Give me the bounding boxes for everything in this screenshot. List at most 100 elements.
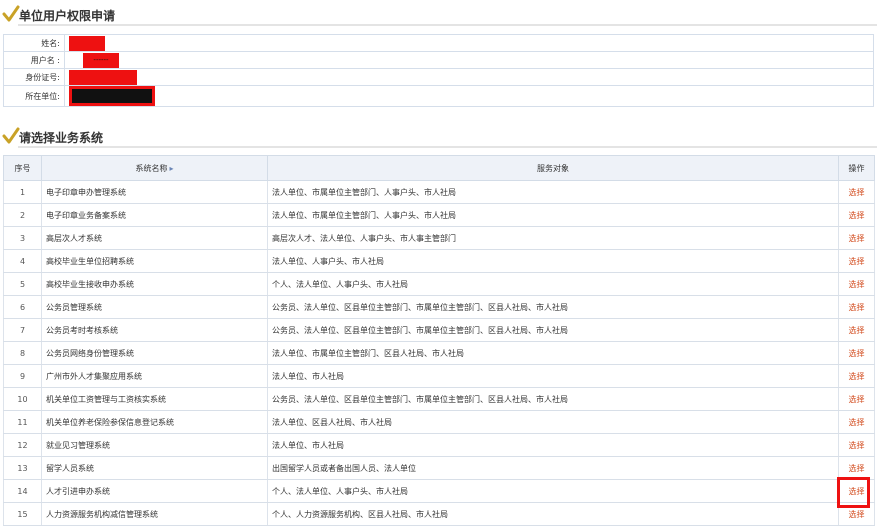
select-link[interactable]: 选择 [849, 188, 865, 197]
row-number: 14 [3, 479, 42, 503]
system-name: 就业见习管理系统 [41, 433, 268, 457]
select-link[interactable]: 选择 [849, 303, 865, 312]
table-row: 12 就业见习管理系统 法人单位、市人社局 选择 [3, 433, 875, 457]
select-link[interactable]: 选择 [849, 234, 865, 243]
info-row-username: 用户名 : ------ [3, 51, 874, 69]
select-link[interactable]: 选择 [849, 372, 865, 381]
name-value [64, 34, 874, 52]
service-target: 法人单位、市属单位主管部门、人事户头、市人社局 [267, 203, 839, 227]
section-title: 单位用户权限申请 [19, 9, 116, 23]
system-name: 高层次人才系统 [41, 226, 268, 250]
service-target: 高层次人才、法人单位、人事户头、市人事主管部门 [267, 226, 839, 250]
row-number: 5 [3, 272, 42, 296]
redacted-idcard [69, 69, 137, 85]
select-link[interactable]: 选择 [849, 418, 865, 427]
service-target: 公务员、法人单位、区县单位主管部门、市属单位主管部门、区县人社局、市人社局 [267, 295, 839, 319]
table-row: 13 留学人员系统 出国留学人员或者备出国人员、法人单位 选择 [3, 456, 875, 480]
select-link[interactable]: 选择 [849, 510, 865, 519]
select-cell: 选择 [838, 180, 875, 204]
highlight-box [837, 477, 870, 508]
table-row: 7 公务员考时考核系统 公务员、法人单位、区县单位主管部门、市属单位主管部门、区县人… [3, 318, 875, 342]
section-header-permission: 单位用户权限申请 [0, 2, 877, 26]
service-target: 公务员、法人单位、区县单位主管部门、市属单位主管部门、区县人社局、市人社局 [267, 387, 839, 411]
service-target: 法人单位、市属单位主管部门、区县人社局、市人社局 [267, 341, 839, 365]
col-header-op: 操作 [838, 155, 875, 181]
select-link[interactable]: 选择 [849, 211, 865, 220]
select-link[interactable]: 选择 [849, 349, 865, 358]
col-header-name[interactable]: 系统名称 ▸ [41, 155, 268, 181]
row-number: 13 [3, 456, 42, 480]
system-name: 高校毕业生接收申办系统 [41, 272, 268, 296]
redacted-unit [69, 86, 155, 106]
service-target: 个人、法人单位、人事户头、市人社局 [267, 479, 839, 503]
row-number: 4 [3, 249, 42, 273]
select-link[interactable]: 选择 [849, 326, 865, 335]
table-row: 2 电子印章业务备案系统 法人单位、市属单位主管部门、人事户头、市人社局 选择 [3, 203, 875, 227]
row-number: 10 [3, 387, 42, 411]
system-name: 机关单位工资管理与工资核实系统 [41, 387, 268, 411]
table-header-row: 序号 系统名称 ▸ 服务对象 操作 [3, 155, 875, 181]
row-number: 15 [3, 502, 42, 526]
select-link[interactable]: 选择 [849, 464, 865, 473]
user-info-table: 姓名: 用户名 : ------ 身份证号: 所在单位: [3, 34, 874, 107]
table-row: 10 机关单位工资管理与工资核实系统 公务员、法人单位、区县单位主管部门、市属单位主… [3, 387, 875, 411]
table-row: 4 高校毕业生单位招聘系统 法人单位、人事户头、市人社局 选择 [3, 249, 875, 273]
unit-value [64, 85, 874, 107]
system-name: 高校毕业生单位招聘系统 [41, 249, 268, 273]
select-link[interactable]: 选择 [849, 441, 865, 450]
system-name: 广州市外人才集聚应用系统 [41, 364, 268, 388]
service-target: 法人单位、区县人社局、市人社局 [267, 410, 839, 434]
system-table: 序号 系统名称 ▸ 服务对象 操作 1 电子印章申办管理系统 法人单位、市属单位主管部… [3, 155, 875, 526]
idcard-value [64, 68, 874, 86]
info-row-unit: 所在单位: [3, 85, 874, 107]
system-name: 人力资源服务机构减信管理系统 [41, 502, 268, 526]
unit-label: 所在单位: [3, 85, 65, 107]
idcard-label: 身份证号: [3, 68, 65, 86]
service-target: 法人单位、市人社局 [267, 364, 839, 388]
system-name: 公务员管理系统 [41, 295, 268, 319]
section-title: 请选择业务系统 [19, 131, 104, 145]
system-name: 机关单位养老保险参保信息登记系统 [41, 410, 268, 434]
row-number: 12 [3, 433, 42, 457]
select-cell: 选择 [838, 387, 875, 411]
select-cell: 选择 [838, 249, 875, 273]
checkmark-icon [2, 127, 20, 144]
select-link[interactable]: 选择 [849, 257, 865, 266]
name-label: 姓名: [3, 34, 65, 52]
sort-arrow-icon: ▸ [169, 163, 174, 173]
table-row: 14 人才引进申办系统 个人、法人单位、人事户头、市人社局 选择 [3, 479, 875, 503]
row-number: 7 [3, 318, 42, 342]
section-header-business-system: 请选择业务系统 [0, 124, 877, 148]
table-row: 15 人力资源服务机构减信管理系统 个人、人力资源服务机构、区县人社局、市人社局 选择 [3, 502, 875, 526]
service-target: 法人单位、市属单位主管部门、人事户头、市人社局 [267, 180, 839, 204]
system-name: 公务员考时考核系统 [41, 318, 268, 342]
table-row: 6 公务员管理系统 公务员、法人单位、区县单位主管部门、市属单位主管部门、区县人社局… [3, 295, 875, 319]
select-cell: 选择 [838, 226, 875, 250]
row-number: 11 [3, 410, 42, 434]
select-cell: 选择 [838, 410, 875, 434]
row-number: 3 [3, 226, 42, 250]
service-target: 出国留学人员或者备出国人员、法人单位 [267, 456, 839, 480]
select-link[interactable]: 选择 [849, 280, 865, 289]
system-name: 留学人员系统 [41, 456, 268, 480]
col-header-target: 服务对象 [267, 155, 839, 181]
col-header-name-label: 系统名称 [135, 163, 168, 173]
table-row: 11 机关单位养老保险参保信息登记系统 法人单位、区县人社局、市人社局 选择 [3, 410, 875, 434]
table-row: 9 广州市外人才集聚应用系统 法人单位、市人社局 选择 [3, 364, 875, 388]
service-target: 公务员、法人单位、区县单位主管部门、市属单位主管部门、区县人社局、市人社局 [267, 318, 839, 342]
service-target: 法人单位、人事户头、市人社局 [267, 249, 839, 273]
select-cell: 选择 [838, 433, 875, 457]
info-row-idcard: 身份证号: [3, 68, 874, 86]
checkmark-icon [2, 5, 20, 22]
row-number: 1 [3, 180, 42, 204]
redacted-username: ------ [83, 52, 119, 68]
system-name: 公务员网络身份管理系统 [41, 341, 268, 365]
service-target: 个人、人力资源服务机构、区县人社局、市人社局 [267, 502, 839, 526]
section-divider [18, 146, 877, 148]
service-target: 法人单位、市人社局 [267, 433, 839, 457]
row-number: 8 [3, 341, 42, 365]
table-row: 1 电子印章申办管理系统 法人单位、市属单位主管部门、人事户头、市人社局 选择 [3, 180, 875, 204]
select-link[interactable]: 选择 [849, 395, 865, 404]
select-cell: 选择 [838, 272, 875, 296]
select-cell: 选择 [838, 364, 875, 388]
